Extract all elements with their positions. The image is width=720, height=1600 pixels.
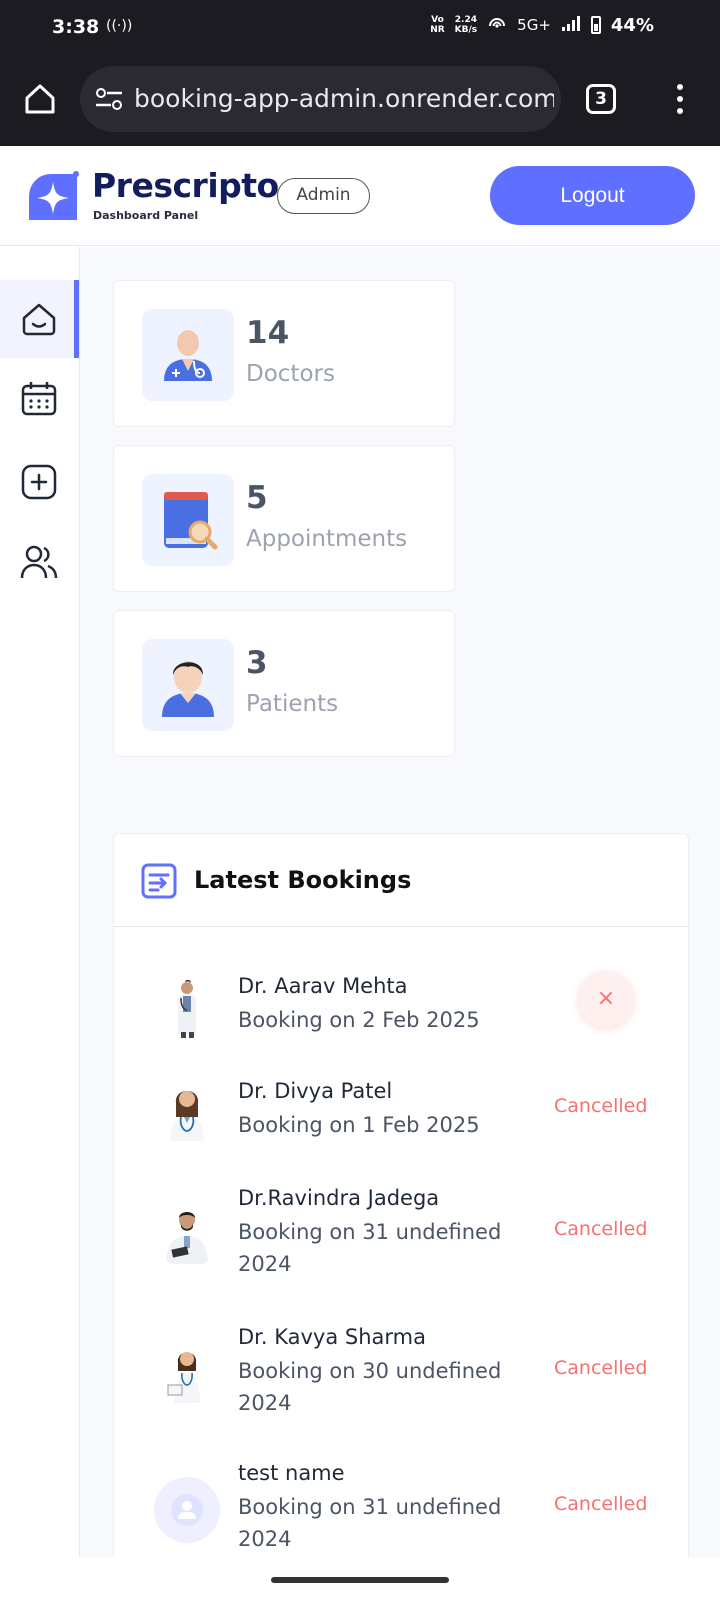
stat-card-patients[interactable]: 3 Patients [113, 610, 455, 757]
browser-toolbar: booking-app-admin.onrender.com 3 [0, 54, 720, 146]
stat-count: 3 [246, 645, 268, 681]
booking-date: Booking on 30 undefined 2024 [238, 1359, 502, 1415]
doctor-name: Dr. Kavya Sharma [238, 1325, 426, 1349]
stat-label: Appointments [246, 526, 408, 552]
latest-bookings-panel: Latest Bookings Dr. Aarav Mehta Booking … [113, 833, 689, 1573]
doctor-name: Dr.Ravindra Jadega [238, 1186, 440, 1210]
add-doctor-icon [21, 464, 57, 500]
brand-name: Prescripto [92, 166, 279, 205]
logout-button[interactable]: Logout [490, 166, 695, 225]
latest-bookings-title: Latest Bookings [194, 866, 412, 894]
data-speed: 2.24 KB/s [454, 15, 478, 35]
booking-date: Booking on 31 undefined 2024 [238, 1220, 502, 1276]
volte-indicator: Vo NR [430, 15, 445, 35]
status-time: 3:38 [52, 16, 100, 38]
cast-icon: ((·)) [106, 18, 133, 34]
sidebar-item-dashboard[interactable] [0, 280, 79, 358]
list-icon [141, 863, 177, 899]
cancel-booking-button[interactable]: × [578, 971, 634, 1027]
stat-card-appointments[interactable]: 5 Appointments [113, 445, 455, 592]
gesture-handle[interactable] [271, 1577, 449, 1583]
site-settings-icon[interactable] [94, 86, 124, 112]
booking-date: Booking on 31 undefined 2024 [238, 1495, 502, 1551]
signal-icon [561, 15, 581, 35]
network-type: 5G+ [517, 16, 551, 34]
stat-label: Doctors [246, 361, 335, 387]
brand-subtitle: Dashboard Panel [93, 209, 199, 222]
status-right-group: Vo NR 2.24 KB/s 5G+ 44% [430, 14, 654, 36]
overflow-menu-icon[interactable] [672, 84, 688, 116]
doctor-avatar [154, 1202, 220, 1268]
placeholder-avatar-icon [154, 1477, 220, 1543]
status-cancelled-label: Cancelled [554, 1357, 648, 1379]
status-cancelled-label: Cancelled [554, 1218, 648, 1240]
battery-percent: 44% [610, 14, 654, 36]
appointment-book-icon [142, 474, 234, 566]
doctor-avatar [154, 974, 220, 1040]
home-icon [22, 303, 56, 336]
stat-card-doctors[interactable]: 14 Doctors [113, 280, 455, 427]
app-header: Prescripto Dashboard Panel Admin Logout [0, 146, 720, 246]
url-text[interactable]: booking-app-admin.onrender.com [134, 84, 554, 113]
status-bar: 3:38 ((·)) Vo NR 2.24 KB/s 5G+ 44% [0, 0, 720, 54]
calendar-icon [21, 382, 57, 416]
booking-date: Booking on 2 Feb 2025 [238, 1008, 480, 1032]
sidebar [0, 247, 80, 1557]
stat-count: 14 [246, 315, 290, 351]
status-cancelled-label: Cancelled [554, 1493, 648, 1515]
home-icon[interactable] [22, 81, 58, 117]
battery-icon [590, 16, 601, 34]
doctor-avatar [154, 1079, 220, 1145]
doctor-name: Dr. Aarav Mehta [238, 974, 408, 998]
sidebar-item-add-doctor[interactable] [0, 443, 79, 521]
sidebar-item-doctors-list[interactable] [0, 523, 79, 601]
address-bar[interactable]: booking-app-admin.onrender.com [80, 66, 561, 132]
people-icon [20, 545, 58, 579]
booking-date: Booking on 1 Feb 2025 [238, 1113, 480, 1137]
patient-icon [142, 639, 234, 731]
doctor-avatar [154, 1341, 220, 1407]
hotspot-icon [487, 14, 507, 36]
latest-bookings-header: Latest Bookings [114, 834, 688, 927]
doctor-name: test name [238, 1461, 345, 1485]
stat-label: Patients [246, 691, 339, 717]
doctor-icon [142, 309, 234, 401]
sidebar-item-appointments[interactable] [0, 359, 79, 437]
logo-icon [25, 170, 81, 224]
main-content: 14 Doctors 5 Appointments 3 Patients Lat… [80, 247, 720, 1573]
doctor-name: Dr. Divya Patel [238, 1079, 393, 1103]
tab-switcher-button[interactable]: 3 [586, 84, 616, 114]
role-badge: Admin [277, 178, 370, 214]
stat-count: 5 [246, 480, 268, 516]
status-cancelled-label: Cancelled [554, 1095, 648, 1117]
